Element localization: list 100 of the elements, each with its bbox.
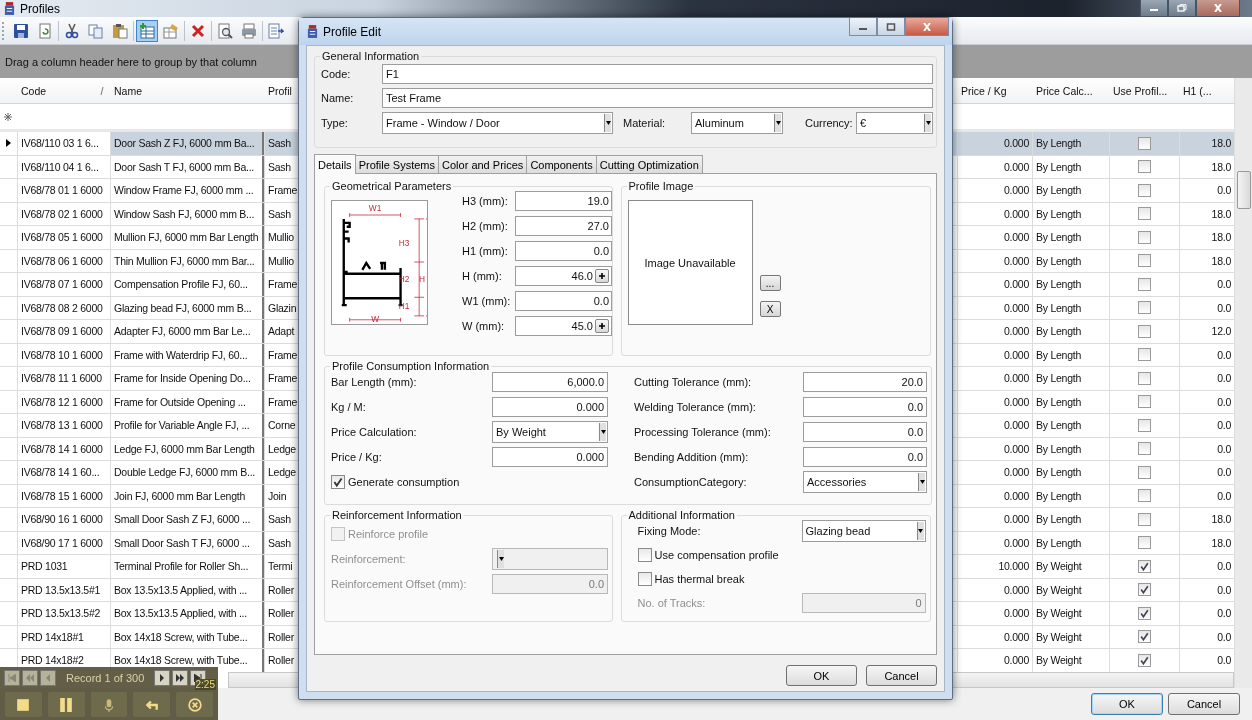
group-title: Reinforcement Information xyxy=(331,509,463,521)
text-field[interactable]: F1 xyxy=(382,64,933,84)
table-cell: By Length xyxy=(1032,367,1109,390)
table-cell: By Length xyxy=(1032,179,1109,202)
dialog-button[interactable]: Cancel xyxy=(1168,693,1240,715)
table-cell: Small Door Sash Z FJ, 6000 ... xyxy=(110,508,264,531)
image-button[interactable]: X xyxy=(759,301,781,317)
field-label: Processing Tolerance (mm): xyxy=(634,426,772,438)
table-cell: 0.000 xyxy=(957,226,1032,249)
table-cell: IV68/78 11 1 6000 xyxy=(17,367,110,390)
table-cell: Thin Mullion FJ, 6000 mm Bar... xyxy=(110,249,264,272)
dropdown-field[interactable]: By Weight xyxy=(492,421,608,443)
table-cell: Window Sash FJ, 6000 mm B... xyxy=(110,202,264,225)
table-cell: Adapter FJ, 6000 mm Bar Le... xyxy=(110,320,264,343)
field-label: Price / Kg: xyxy=(331,451,383,463)
text-field[interactable]: Test Frame xyxy=(382,88,933,108)
field-label: Reinforcement: xyxy=(331,553,407,565)
tab[interactable]: Color and Prices xyxy=(438,155,528,173)
text-field[interactable]: 0.0 xyxy=(803,447,927,467)
table-cell: 0.000 xyxy=(957,508,1032,531)
table-cell: PRD 13.5x13.5#1 xyxy=(17,578,110,601)
table-cell: By Length xyxy=(1032,390,1109,413)
text-field[interactable]: 0.0 xyxy=(515,291,612,311)
text-field[interactable]: 45.0 xyxy=(515,316,612,336)
dropdown-field[interactable]: Accessories xyxy=(803,471,927,493)
table-cell: IV68/78 09 1 6000 xyxy=(17,320,110,343)
table-cell: 0.000 xyxy=(957,578,1032,601)
text-field[interactable]: 0.0 xyxy=(803,422,927,442)
column-header[interactable]: H1 (... xyxy=(1179,78,1234,103)
dimension-label: H1 xyxy=(398,301,410,311)
table-cell: Door Sash Z FJ, 6000 mm Ba... xyxy=(110,132,264,155)
text-field[interactable]: 0.0 xyxy=(515,241,612,261)
column-header[interactable]: Use Profil... xyxy=(1109,78,1179,103)
column-header[interactable]: Name xyxy=(110,78,264,103)
table-cell: 0.000 xyxy=(957,273,1032,296)
field-label: Reinforcement Offset (mm): xyxy=(331,578,468,590)
group-title: Profile Image xyxy=(627,180,695,192)
table-cell: Ledge FJ, 6000 mm Bar Length xyxy=(110,437,264,460)
table-cell: By Length xyxy=(1032,249,1109,272)
text-field[interactable]: 46.0 xyxy=(515,266,612,286)
table-cell: By Length xyxy=(1032,226,1109,249)
dialog-button[interactable]: OK xyxy=(1091,693,1163,715)
table-cell: By Length xyxy=(1032,437,1109,460)
text-field[interactable]: 6,000.0 xyxy=(492,372,608,392)
dialog-button[interactable]: OK xyxy=(786,665,857,686)
table-cell: By Weight xyxy=(1032,555,1109,578)
column-header[interactable]: Price Calc... xyxy=(1032,78,1109,103)
text-field[interactable]: 27.0 xyxy=(515,216,612,236)
tab[interactable]: Components xyxy=(526,155,597,173)
tab[interactable]: Profile Systems xyxy=(354,155,440,173)
table-cell: 0.000 xyxy=(957,343,1032,366)
table-cell: By Length xyxy=(1032,461,1109,484)
table-cell: By Weight xyxy=(1032,602,1109,625)
table-cell: IV68/78 06 1 6000 xyxy=(17,249,110,272)
table-cell: Join FJ, 6000 mm Bar Length xyxy=(110,484,264,507)
table-cell: 0.000 xyxy=(957,179,1032,202)
column-header[interactable]: Profil xyxy=(264,78,300,103)
table-cell: IV68/90 16 1 6000 xyxy=(17,508,110,531)
text-field[interactable]: 0.000 xyxy=(492,397,608,417)
dropdown-field[interactable]: Aluminum xyxy=(691,112,783,134)
dropdown-field[interactable]: € xyxy=(856,112,933,134)
checkbox-label: Has thermal break xyxy=(654,573,745,585)
tab[interactable]: Cutting Optimization xyxy=(595,155,703,173)
table-cell: PRD 1031 xyxy=(17,555,110,578)
dimension-label: W xyxy=(371,313,379,324)
checkbox-label: Reinforce profile xyxy=(348,528,429,540)
group-title: General Information xyxy=(321,50,421,62)
column-header[interactable]: Price / Kg xyxy=(957,78,1032,103)
table-cell: By Length xyxy=(1032,132,1109,155)
table-cell: 0.000 xyxy=(957,649,1032,672)
text-field[interactable]: 19.0 xyxy=(515,191,612,211)
dimension-label: H xyxy=(419,273,426,284)
text-field[interactable]: 0.000 xyxy=(492,447,608,467)
tab[interactable]: Details xyxy=(314,154,356,174)
table-cell: 0.000 xyxy=(957,390,1032,413)
dropdown-field[interactable]: Glazing bead xyxy=(801,520,926,542)
table-cell: Terminal Profile for Roller Sh... xyxy=(110,555,264,578)
table-cell: By Length xyxy=(1032,155,1109,178)
table-cell: By Weight xyxy=(1032,578,1109,601)
table-cell: Box 14x18 Screw, with Tube... xyxy=(110,625,264,648)
table-cell: 0.000 xyxy=(957,531,1032,554)
table-cell: Frame for Inside Opening Do... xyxy=(110,367,264,390)
text-field[interactable]: 20.0 xyxy=(803,372,927,392)
field-label: ConsumptionCategory: xyxy=(634,476,748,488)
placeholder-text: Image Unavailable xyxy=(644,256,736,269)
table-cell: IV68/78 14 1 60... xyxy=(17,461,110,484)
window-title: Profiles xyxy=(20,1,60,16)
table-cell: Frame for Outside Opening ... xyxy=(110,390,264,413)
field-label: H1 (mm): xyxy=(462,245,509,257)
dropdown-field[interactable]: Frame - Window / Door xyxy=(382,112,613,134)
image-button[interactable]: ... xyxy=(759,275,781,291)
table-cell: IV68/78 14 1 6000 xyxy=(17,437,110,460)
table-cell: 0.000 xyxy=(957,296,1032,319)
text-field[interactable]: 0.0 xyxy=(803,397,927,417)
group-by-hint: Drag a column header here to group by that column xyxy=(5,55,257,68)
table-cell: 0.000 xyxy=(957,437,1032,460)
table-cell: 0.000 xyxy=(957,602,1032,625)
table-cell: 0.000 xyxy=(957,249,1032,272)
dialog-button[interactable]: Cancel xyxy=(866,665,937,686)
column-header[interactable]: Code xyxy=(17,78,110,103)
